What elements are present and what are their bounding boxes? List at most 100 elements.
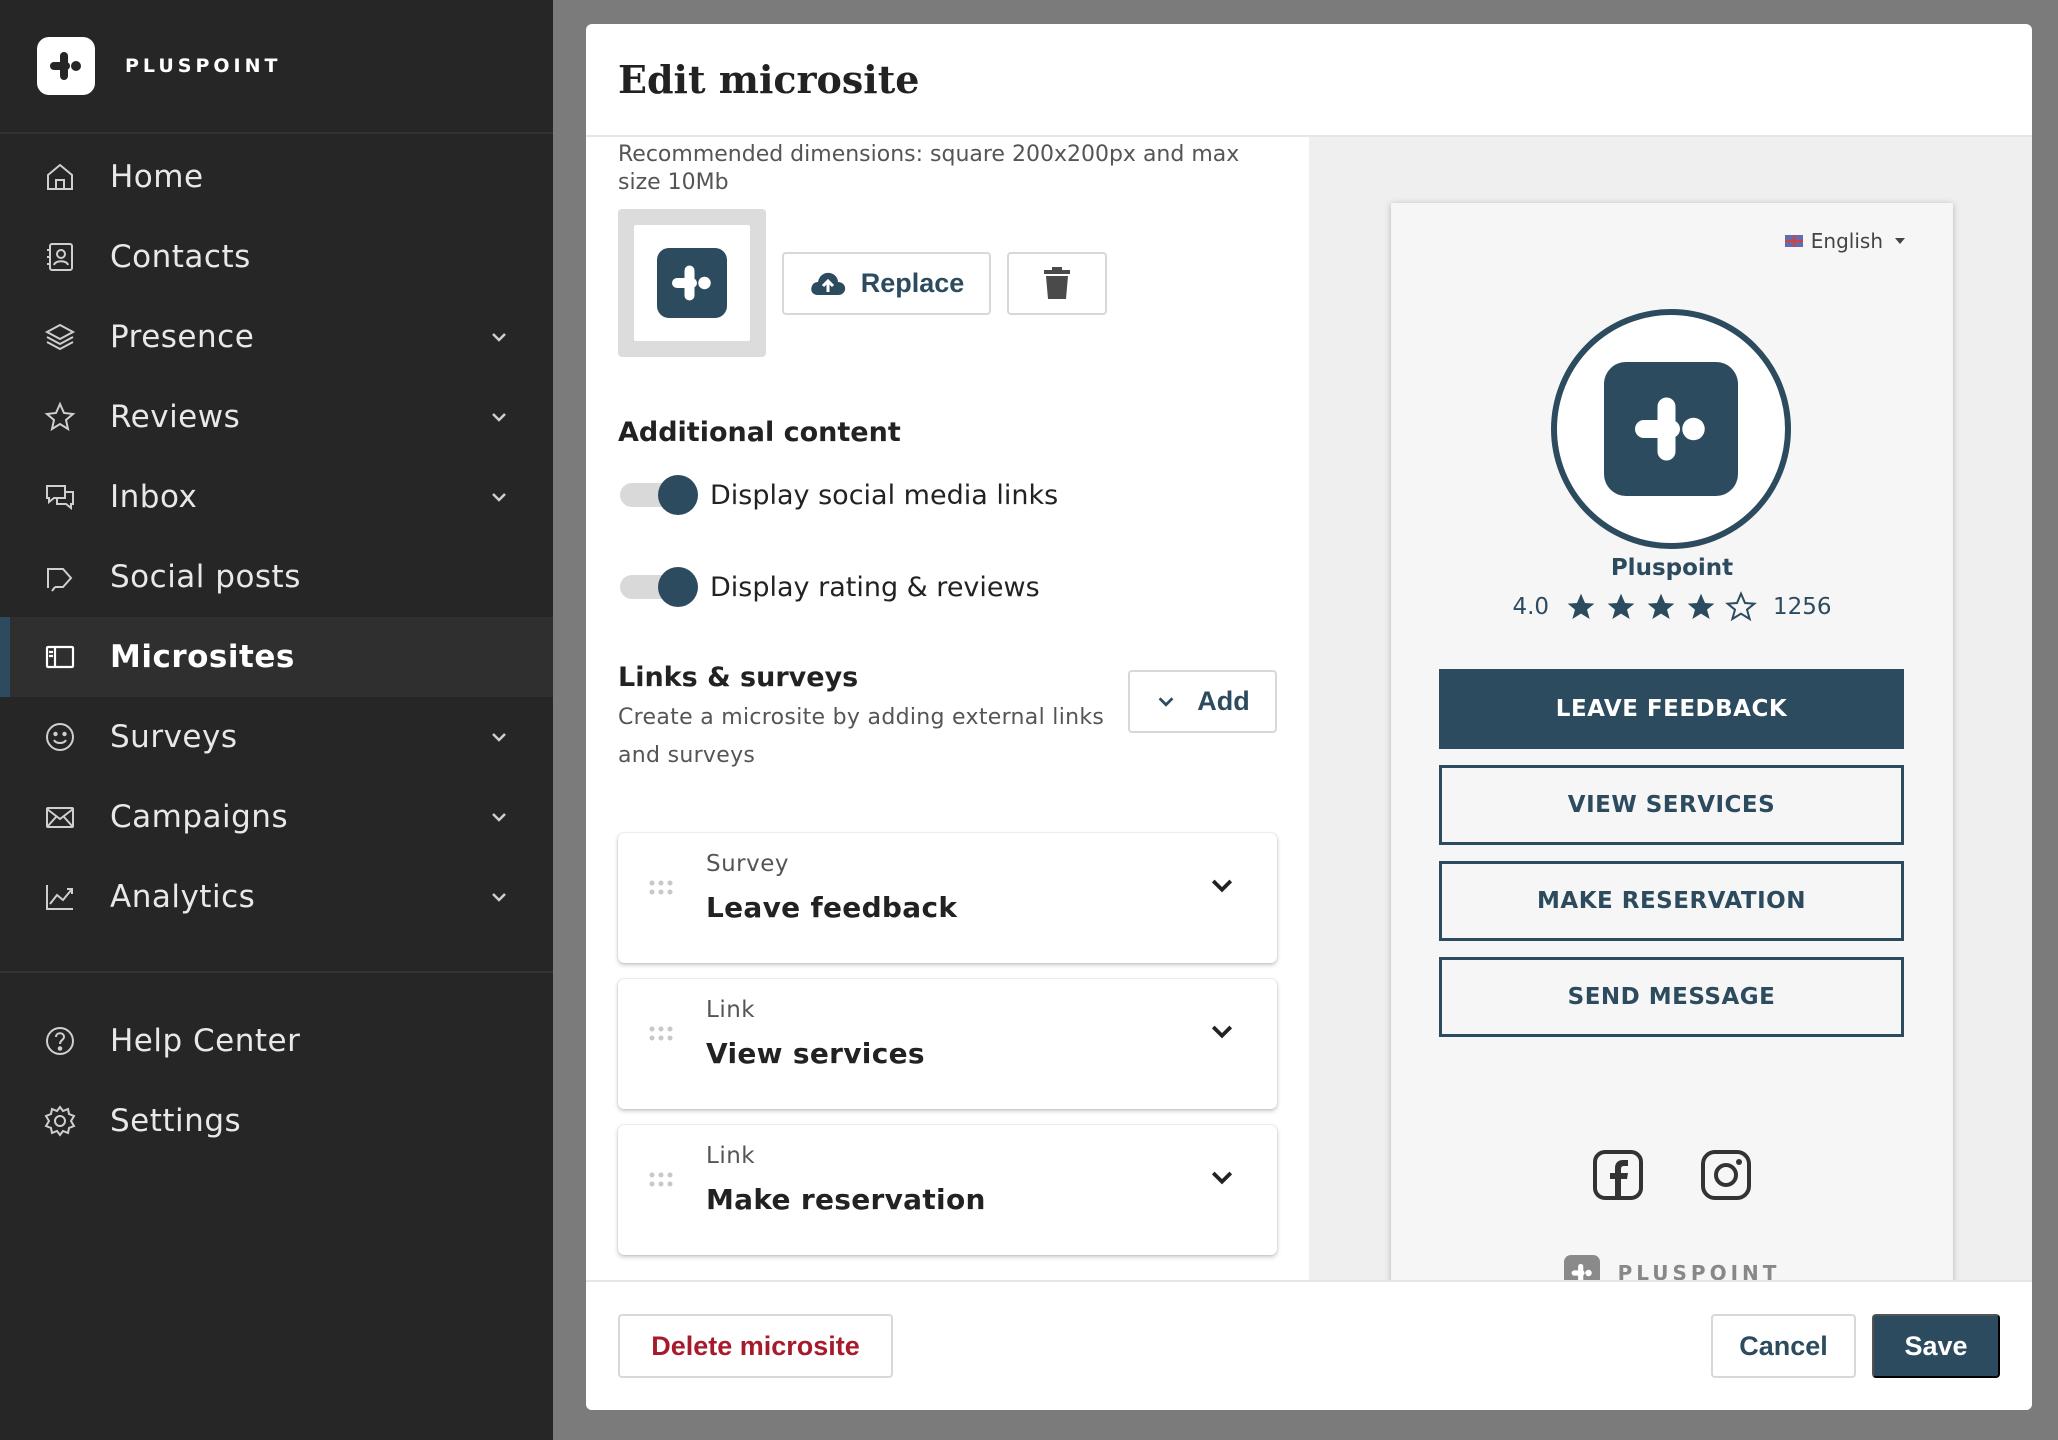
- toggle-social-links-row: Display social media links: [618, 470, 1309, 520]
- cancel-button[interactable]: Cancel: [1711, 1314, 1856, 1378]
- add-link-button[interactable]: Add: [1128, 670, 1277, 733]
- facebook-icon[interactable]: [1592, 1149, 1644, 1201]
- star-filled-icon: [1647, 593, 1675, 619]
- brand[interactable]: PLUSPOINT: [0, 0, 553, 134]
- replace-label: Replace: [860, 267, 965, 298]
- star-filled-icon: [1687, 593, 1715, 619]
- nav-item-microsites[interactable]: Microsites: [0, 617, 553, 697]
- gear-icon: [42, 1103, 78, 1139]
- chevron-down-icon: [1158, 696, 1174, 707]
- star-empty-icon: [1725, 591, 1757, 622]
- brand-logo-icon: [37, 37, 95, 95]
- logo-hint: Recommended dimensions: square 200x200px…: [618, 142, 1240, 195]
- links-surveys-header: Links & surveys Create a microsite by ad…: [618, 662, 1277, 775]
- list-item[interactable]: Link View services: [618, 979, 1277, 1109]
- review-count: 1256: [1773, 594, 1832, 620]
- chevron-down-icon[interactable]: [1207, 1163, 1237, 1193]
- social-links-toggle[interactable]: [618, 475, 698, 515]
- make-reservation-button[interactable]: MAKE RESERVATION: [1439, 861, 1904, 941]
- megaphone-icon: [42, 559, 78, 595]
- chevron-down-icon[interactable]: [487, 485, 511, 509]
- item-type: Link: [706, 1143, 756, 1169]
- edit-microsite-modal: Edit microsite Recommended dimensions: s…: [586, 24, 2032, 1410]
- nav-item-reviews[interactable]: Reviews: [0, 377, 553, 457]
- logo-row: Replace: [618, 209, 1309, 357]
- rating-reviews-toggle[interactable]: [618, 567, 698, 607]
- microsite-preview: English Pluspoint 4.0 1256 LEAVE FEEDBAC…: [1391, 203, 1953, 1305]
- add-label: Add: [1197, 686, 1250, 716]
- modal-footer: Delete microsite Cancel Save: [586, 1280, 2032, 1410]
- logo-thumbnail: [618, 209, 766, 357]
- links-surveys-title: Links & surveys: [618, 662, 859, 693]
- logo-icon: [1604, 362, 1738, 496]
- nav-item-social-posts[interactable]: Social posts: [0, 537, 553, 617]
- nav-label: Home: [110, 159, 204, 195]
- nav-label: Contacts: [110, 239, 251, 275]
- nav-item-surveys[interactable]: Surveys: [0, 697, 553, 777]
- nav-item-settings[interactable]: Settings: [0, 1081, 553, 1161]
- send-message-button[interactable]: SEND MESSAGE: [1439, 957, 1904, 1037]
- nav-item-presence[interactable]: Presence: [0, 297, 553, 377]
- links-surveys-description: Create a microsite by adding external li…: [618, 705, 1105, 768]
- main-nav: Home Contacts Presence Reviews Inbox Soc…: [0, 134, 553, 1161]
- nav-item-home[interactable]: Home: [0, 137, 553, 217]
- chevron-down-icon[interactable]: [487, 325, 511, 349]
- business-name: Pluspoint: [1610, 555, 1734, 581]
- save-button[interactable]: Save: [1872, 1314, 2000, 1378]
- nav-item-analytics[interactable]: Analytics: [0, 857, 553, 937]
- nav-item-help-center[interactable]: Help Center: [0, 1001, 553, 1081]
- drag-handle-icon[interactable]: [648, 1171, 674, 1189]
- modal-body: Recommended dimensions: square 200x200px…: [586, 137, 2032, 1305]
- language-label: English: [1810, 229, 1883, 253]
- nav-item-inbox[interactable]: Inbox: [0, 457, 553, 537]
- nav-label: Inbox: [110, 479, 198, 515]
- nav-label: Help Center: [110, 1023, 301, 1059]
- star-icon: [42, 399, 78, 435]
- brand-name: PLUSPOINT: [125, 55, 282, 77]
- caret-down-icon: [1895, 238, 1905, 244]
- rating-value: 4.0: [1512, 594, 1550, 620]
- chevron-down-icon[interactable]: [487, 725, 511, 749]
- nav-divider: [0, 971, 553, 973]
- links-list: Survey Leave feedback Link View services…: [618, 833, 1277, 1255]
- delete-microsite-button[interactable]: Delete microsite: [618, 1314, 893, 1378]
- language-selector[interactable]: English: [1784, 229, 1905, 253]
- leave-feedback-button[interactable]: LEAVE FEEDBACK: [1439, 669, 1904, 749]
- replace-logo-button[interactable]: Replace: [782, 251, 991, 315]
- help-icon: [42, 1023, 78, 1059]
- mail-icon: [42, 799, 78, 835]
- preview-panel[interactable]: English Pluspoint 4.0 1256 LEAVE FEEDBAC…: [1309, 137, 2032, 1305]
- additional-content-title: Additional content: [618, 417, 901, 448]
- instagram-icon[interactable]: [1700, 1149, 1752, 1201]
- list-item[interactable]: Survey Leave feedback: [618, 833, 1277, 963]
- modal-title: Edit microsite: [618, 57, 920, 102]
- uk-flag-icon: [1784, 235, 1803, 247]
- logo-icon: [657, 248, 727, 318]
- nav-label: Microsites: [110, 639, 295, 675]
- nav-label: Campaigns: [110, 799, 289, 835]
- list-item[interactable]: Link Make reservation: [618, 1125, 1277, 1255]
- delete-logo-button[interactable]: [1007, 251, 1107, 315]
- chevron-down-icon[interactable]: [487, 885, 511, 909]
- sidebar: PLUSPOINT Home Contacts Presence Reviews…: [0, 0, 553, 1440]
- nav-item-contacts[interactable]: Contacts: [0, 217, 553, 297]
- chevron-down-icon[interactable]: [1207, 1017, 1237, 1047]
- chevron-down-icon[interactable]: [487, 405, 511, 429]
- cloud-upload-icon: [810, 272, 845, 295]
- nav-label: Analytics: [110, 879, 256, 915]
- settings-panel[interactable]: Recommended dimensions: square 200x200px…: [586, 137, 1309, 1305]
- star-filled-icon: [1607, 593, 1635, 619]
- drag-handle-icon[interactable]: [648, 1025, 674, 1043]
- view-services-button[interactable]: VIEW SERVICES: [1439, 765, 1904, 845]
- item-type: Survey: [706, 851, 790, 877]
- nav-label: Surveys: [110, 719, 238, 755]
- chevron-down-icon[interactable]: [487, 805, 511, 829]
- toggle-rating-row: Display rating & reviews: [618, 562, 1309, 612]
- layers-icon: [42, 319, 78, 355]
- star-filled-icon: [1567, 593, 1595, 619]
- nav-label: Social posts: [110, 559, 301, 595]
- nav-item-campaigns[interactable]: Campaigns: [0, 777, 553, 857]
- chevron-down-icon[interactable]: [1207, 871, 1237, 901]
- home-icon: [42, 159, 78, 195]
- drag-handle-icon[interactable]: [648, 879, 674, 897]
